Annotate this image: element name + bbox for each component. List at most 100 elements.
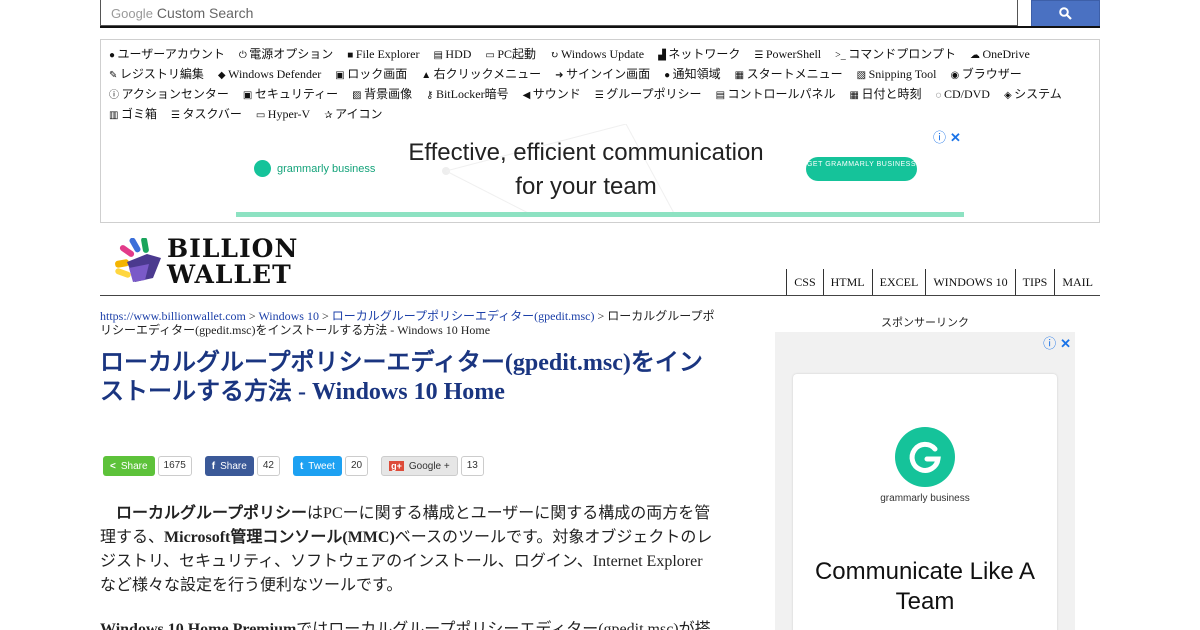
quick-link[interactable]: ☁ OneDrive [970, 47, 1030, 61]
trash-icon: ▥ [109, 110, 121, 121]
quick-link[interactable]: ⚷ BitLocker暗号 [426, 87, 508, 101]
share-widget: g+ Google + 13 [381, 456, 484, 476]
term-mmc: Microsoft管理コンソール(MMC) [164, 529, 395, 546]
quick-link[interactable]: ▟ ネットワーク [658, 47, 740, 61]
quick-link[interactable]: ✎ レジストリ編集 [109, 67, 204, 81]
share-button[interactable]: g+ Google + [381, 456, 458, 476]
share-button[interactable]: t Tweet [292, 456, 342, 476]
quick-link-label: 右クリックメニュー [433, 67, 542, 81]
close-ad-icon[interactable]: ✕ [1060, 336, 1071, 351]
nav-item-mail[interactable]: MAIL [1054, 269, 1100, 295]
term-windows-home-premium: Windows 10 Home Premium [100, 621, 297, 630]
share-label: Share [120, 460, 148, 472]
quick-link[interactable]: ▣ セキュリティー [243, 87, 338, 101]
breadcrumb-category[interactable]: Windows 10 [258, 309, 319, 323]
google-plus-icon: g+ [389, 461, 404, 471]
quick-link-label: BitLocker暗号 [435, 87, 509, 101]
quick-link-label: セキュリティー [254, 87, 339, 101]
sidebar-ad-card[interactable]: grammarly business Communicate Like A Te… [793, 374, 1057, 630]
page-title: ローカルグループポリシーエディター(gpedit.msc)をインストールする方法… [100, 350, 703, 405]
quick-link[interactable]: ◆ Windows Defender [218, 67, 321, 81]
signal-icon: ▟ [658, 50, 669, 61]
quick-link[interactable]: ▭ PC起動 [485, 47, 536, 61]
quick-link[interactable]: ◉ ブラウザー [951, 67, 1022, 81]
quick-link[interactable]: ▭ Hyper-V [256, 107, 310, 121]
nav-item-html[interactable]: HTML [822, 269, 872, 295]
quick-link[interactable]: ■ File Explorer [347, 47, 419, 61]
volume-icon: ◀ [522, 90, 533, 101]
quick-links: ● ユーザーアカウント ⏻ 電源オプション ■ File Explorer ▤ … [109, 45, 1093, 125]
quick-link[interactable]: ◌ CD/DVD [936, 87, 990, 101]
globe-icon: ◉ [950, 70, 962, 81]
terminal-icon: >_ [835, 50, 849, 61]
nav-item-excel[interactable]: EXCEL [871, 269, 926, 295]
quick-link-label: Windows Defender [228, 67, 322, 81]
quick-link-label: アクションセンター [121, 87, 229, 101]
quick-link-label: アイコン [335, 107, 383, 121]
site-logo[interactable]: BILLION WALLET [113, 236, 297, 288]
sidebar-ad[interactable]: ⓘ ✕ grammarly business Communicate Like A… [775, 332, 1075, 630]
quick-link[interactable]: ☰ グループポリシー [595, 87, 702, 101]
quick-link[interactable]: ▨ 背景画像 [352, 87, 412, 101]
quick-link[interactable]: ⏻ 電源オプション [239, 47, 333, 61]
quick-link-label: HDD [445, 47, 472, 61]
share-count: 13 [460, 456, 484, 476]
laptop-icon: ▭ [485, 50, 498, 61]
breadcrumb-subcategory[interactable]: ローカルグループポリシーエディター(gpedit.msc) [332, 309, 595, 323]
quick-link[interactable]: ▦ スタートメニュー [735, 67, 843, 81]
quick-link[interactable]: ➜ サインイン画面 [555, 67, 650, 81]
quick-link[interactable]: ◈ システム [1004, 87, 1062, 101]
share-label: Tweet [308, 460, 335, 472]
quick-link[interactable]: ⓘ アクションセンター [109, 87, 229, 101]
banner-ad[interactable]: grammarly business Effective, efficient … [236, 124, 964, 217]
twitter-icon: t [299, 460, 304, 472]
quick-link-label: ネットワーク [668, 47, 741, 61]
share-count: 1675 [157, 456, 192, 476]
nav-item-tips[interactable]: TIPS [1014, 269, 1055, 295]
quick-link[interactable]: ● ユーザーアカウント [109, 47, 225, 61]
ad-bottom-bar [236, 212, 964, 217]
sponsored-label: スポンサーリンク [881, 317, 969, 329]
grammarly-logo-icon [895, 427, 955, 487]
article-paragraph: Windows 10 Home Premiumではローカルグループポリシーエディ… [100, 618, 716, 630]
quick-link[interactable]: ▲ 右クリックメニュー [421, 67, 541, 81]
nav-item-css[interactable]: CSS [786, 269, 822, 295]
quick-link[interactable]: ▦ 日付と時刻 [850, 87, 922, 101]
quick-link-label: スタートメニュー [746, 67, 843, 81]
quick-link-label: PowerShell [765, 47, 822, 61]
quick-link[interactable]: ▥ ゴミ箱 [109, 107, 157, 121]
breadcrumb-home[interactable]: https://www.billionwallet.com [100, 309, 246, 323]
search-button[interactable] [1031, 0, 1100, 27]
adchoices-icon[interactable]: ⓘ ✕ [1043, 333, 1071, 352]
quick-link-label: 背景画像 [364, 87, 413, 101]
search-input[interactable]: Google Custom Search [100, 0, 1018, 26]
adchoices-icon[interactable]: ⓘ ✕ [933, 127, 961, 146]
share-button[interactable]: f Share [204, 456, 254, 476]
ad-brand-label: grammarly business [880, 493, 970, 504]
close-ad-icon[interactable]: ✕ [950, 130, 961, 145]
quick-link[interactable]: ☰ PowerShell [754, 47, 821, 61]
quick-link[interactable]: ▤ HDD [433, 47, 471, 61]
quick-link-label: OneDrive [982, 47, 1030, 61]
database-icon: ▤ [433, 50, 446, 61]
quick-link[interactable]: ▤ コントロールパネル [716, 87, 836, 101]
logo-hand-icon [115, 238, 161, 282]
shield-icon: ◆ [217, 70, 229, 81]
quick-link[interactable]: ✰ アイコン [324, 107, 382, 121]
ad-cta-button[interactable]: GET GRAMMARLY BUSINESS [806, 157, 917, 181]
quick-link[interactable]: ☰ タスクバー [171, 107, 242, 121]
quick-link-label: サウンド [532, 87, 581, 101]
quick-link[interactable]: ◀ サウンド [523, 87, 581, 101]
quick-link[interactable]: ↻ Windows Update [550, 47, 644, 61]
list-icon: ☰ [754, 50, 766, 61]
quick-link[interactable]: ▣ ロック画面 [335, 67, 407, 81]
quick-link[interactable]: ▧ Snipping Tool [857, 67, 937, 81]
share-button[interactable]: < Share [103, 456, 155, 476]
quick-link[interactable]: >_ コマンドプロンプト [835, 47, 956, 61]
quick-link[interactable]: ● 通知領域 [664, 67, 721, 81]
quick-link-label: 日付と時刻 [861, 87, 922, 101]
image-icon: ▨ [352, 90, 365, 101]
grammarly-logo-icon [254, 160, 271, 177]
comment-icon: ● [664, 70, 673, 81]
nav-item-windows-10[interactable]: WINDOWS 10 [925, 269, 1014, 295]
